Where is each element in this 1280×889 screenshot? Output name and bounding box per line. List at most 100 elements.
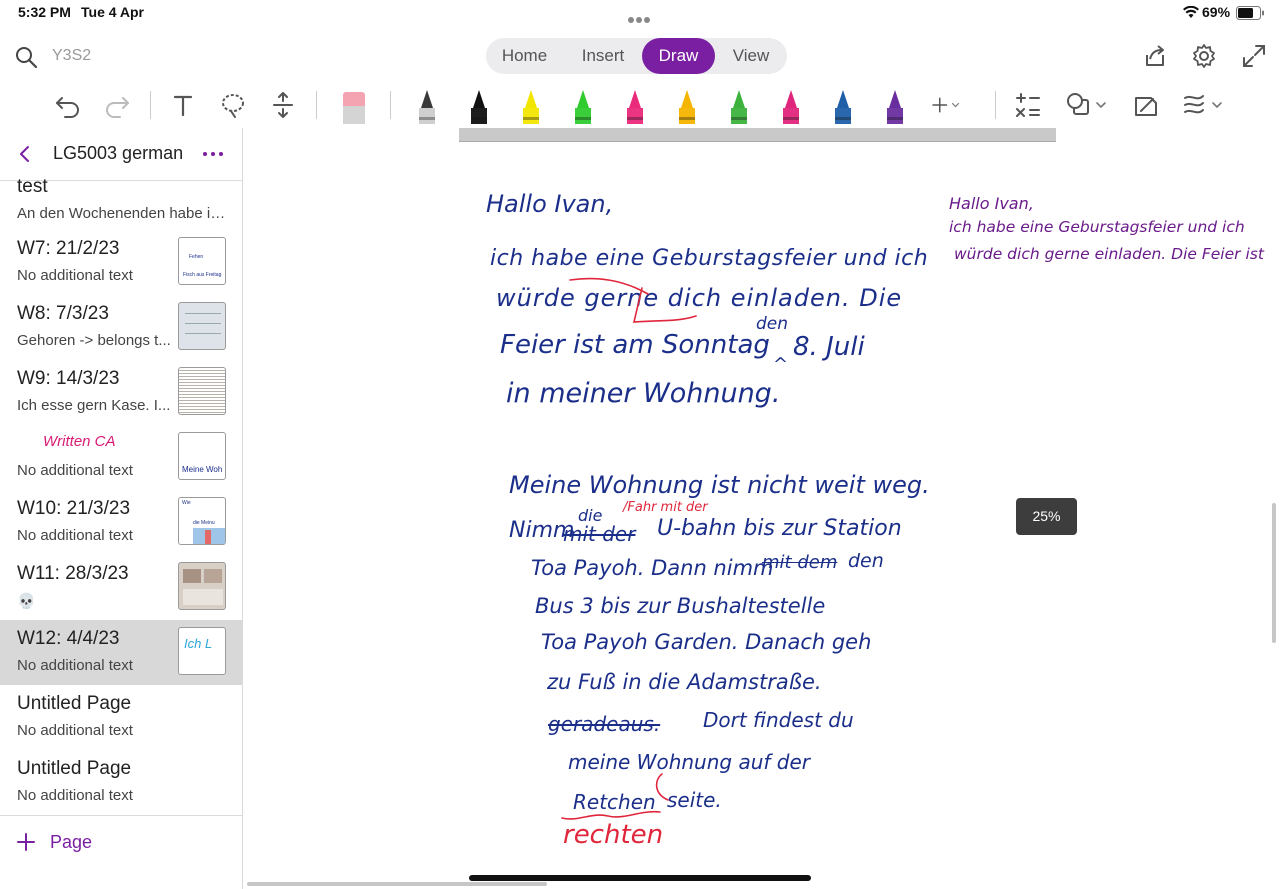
ink-line: Meine Wohnung ist nicht weit weg. — [509, 471, 930, 499]
page-thumbnail: Ich L — [178, 627, 226, 675]
page-title-handwritten: Written CA — [43, 433, 116, 450]
math-icon[interactable] — [1013, 90, 1043, 120]
pen-6-icon[interactable] — [675, 86, 699, 126]
tab-insert[interactable]: Insert — [566, 38, 640, 74]
pages-sidebar: LG5003 german test An den Wochenenden ha… — [0, 128, 243, 889]
home-indicator[interactable] — [469, 875, 811, 881]
ink-correction-mark — [569, 277, 697, 323]
settings-gear-icon[interactable] — [1191, 43, 1217, 69]
ink-line: den — [848, 550, 884, 572]
page-thumbnail: Wie die Meinu — [178, 497, 226, 545]
convert-ink-icon[interactable] — [1131, 90, 1161, 120]
ink-side-note: Hallo Ivan, — [949, 194, 1034, 213]
redo-icon[interactable] — [102, 90, 132, 120]
page-subtitle: Gehoren -> belongs t... — [17, 332, 171, 349]
ink-red-insertion: /Fahr mit der — [623, 500, 708, 515]
page-thumbnail: Meine Woh — [178, 432, 226, 480]
wifi-icon — [1183, 6, 1199, 18]
shapes-icon[interactable] — [1063, 90, 1109, 120]
page-item-w9[interactable]: W9: 14/3/23 Ich esse gern Kase. I... — [0, 360, 242, 425]
pen-8-icon[interactable] — [779, 86, 803, 126]
ink-line: zu Fuß in die Adamstraße. — [547, 670, 822, 694]
page-title: W10: 21/3/23 — [17, 498, 131, 519]
ink-strikethrough: mit dem — [762, 552, 838, 573]
add-page-button[interactable]: Page — [0, 815, 242, 875]
page-title: Untitled Page — [17, 758, 132, 779]
status-date: Tue 4 Apr — [81, 4, 145, 20]
page-item-w7[interactable]: W7: 21/2/23 No additional text Fehen Fis… — [0, 230, 242, 295]
fullscreen-expand-icon[interactable] — [1241, 43, 1267, 69]
status-time: 5:32 PM — [18, 4, 71, 20]
ink-line: in meiner Wohnung. — [506, 378, 781, 409]
pen-10-icon[interactable] — [883, 86, 907, 126]
ink-greeting: Hallo Ivan, — [486, 190, 614, 218]
page-item-untitled-2[interactable]: Untitled Page No additional text — [0, 750, 242, 815]
page-item-w10[interactable]: W10: 21/3/23 No additional text Wie die … — [0, 490, 242, 555]
toolbar-divider — [390, 91, 391, 119]
page-subtitle: Ich esse gern Kase. I... — [17, 397, 171, 414]
horizontal-scrollbar[interactable] — [247, 882, 547, 886]
page-title: W11: 28/3/23 — [17, 563, 129, 584]
eraser-icon[interactable] — [341, 86, 367, 126]
embedded-image-edge — [459, 128, 1056, 142]
ink-side-note: würde dich gerne einladen. Die Feier ist — [954, 245, 1264, 263]
share-icon[interactable] — [1142, 43, 1168, 69]
page-item-written-ca[interactable]: Written CA No additional text Meine Woh — [0, 425, 242, 490]
page-title: test — [17, 176, 48, 197]
pen-4-icon[interactable] — [571, 86, 595, 126]
page-thumbnail — [178, 562, 226, 610]
note-canvas[interactable]: Hallo Ivan, ich habe eine Geburstagsfeie… — [243, 128, 1280, 889]
ink-line: U-bahn bis zur Station — [657, 516, 902, 541]
insert-space-icon[interactable] — [268, 90, 298, 120]
page-item-w12[interactable]: W12: 4/4/23 No additional text Ich L — [0, 620, 242, 685]
pen-5-icon[interactable] — [623, 86, 647, 126]
page-item-test[interactable]: test An den Wochenenden habe ic... — [0, 173, 242, 225]
section-title: LG5003 german — [53, 143, 184, 163]
ink-options-icon[interactable] — [1181, 90, 1227, 120]
page-title: W7: 21/2/23 — [17, 238, 120, 259]
pen-1-icon[interactable] — [415, 86, 439, 126]
ribbon-tabs: Home Insert Draw View — [486, 38, 787, 74]
notebook-name[interactable]: Y3S2 — [52, 47, 91, 65]
page-item-w11[interactable]: W11: 28/3/23 💀 — [0, 555, 242, 620]
page-item-untitled-1[interactable]: Untitled Page No additional text — [0, 685, 242, 750]
multitasking-dots-icon[interactable] — [628, 10, 652, 23]
tab-draw[interactable]: Draw — [642, 38, 715, 74]
page-item-w8[interactable]: W8: 7/3/23 Gehoren -> belongs t... — [0, 295, 242, 360]
page-title: W8: 7/3/23 — [17, 303, 109, 324]
top-bar: Y3S2 Home Insert Draw View — [0, 26, 1280, 86]
add-pen-icon[interactable] — [930, 90, 960, 120]
battery-percentage: 69% — [1202, 4, 1231, 20]
page-thumbnail — [178, 302, 226, 350]
tab-home[interactable]: Home — [486, 38, 563, 74]
page-title: Untitled Page — [17, 693, 132, 714]
page-title: W12: 4/4/23 — [17, 628, 120, 649]
status-bar: 5:32 PM Tue 4 Apr 69% — [0, 0, 1280, 26]
ink-line: Feier ist am Sonntag — [500, 330, 770, 360]
battery-icon — [1236, 6, 1264, 20]
text-tool-icon[interactable] — [168, 90, 198, 120]
pen-7-icon[interactable] — [727, 86, 751, 126]
ink-line: Bus 3 bis zur Bushaltestelle — [535, 594, 826, 618]
ink-line: 8. Juli — [793, 332, 865, 362]
pen-2-icon[interactable] — [467, 86, 491, 126]
undo-icon[interactable] — [53, 90, 83, 120]
ink-line: würde gerne dich einladen. Die — [496, 284, 903, 312]
page-title: W9: 14/3/23 — [17, 368, 120, 389]
pen-9-icon[interactable] — [831, 86, 855, 126]
toolbar-divider — [316, 91, 317, 119]
back-chevron-icon[interactable] — [14, 143, 36, 165]
tab-view[interactable]: View — [718, 38, 784, 74]
plus-icon — [17, 833, 35, 851]
search-icon[interactable] — [14, 45, 38, 69]
add-page-label: Page — [50, 832, 93, 852]
page-thumbnail: Fehen Fisch aus Freitag — [178, 237, 226, 285]
ink-strikethrough: geradeaus. — [548, 712, 661, 736]
vertical-scrollbar[interactable] — [1272, 503, 1276, 643]
ink-side-note: ich habe eine Geburstagsfeier und ich — [949, 218, 1245, 236]
more-options-icon[interactable] — [202, 144, 224, 164]
lasso-select-icon[interactable] — [218, 90, 248, 120]
pen-3-icon[interactable] — [519, 86, 543, 126]
page-subtitle: No additional text — [17, 722, 133, 739]
page-subtitle: No additional text — [17, 787, 133, 804]
